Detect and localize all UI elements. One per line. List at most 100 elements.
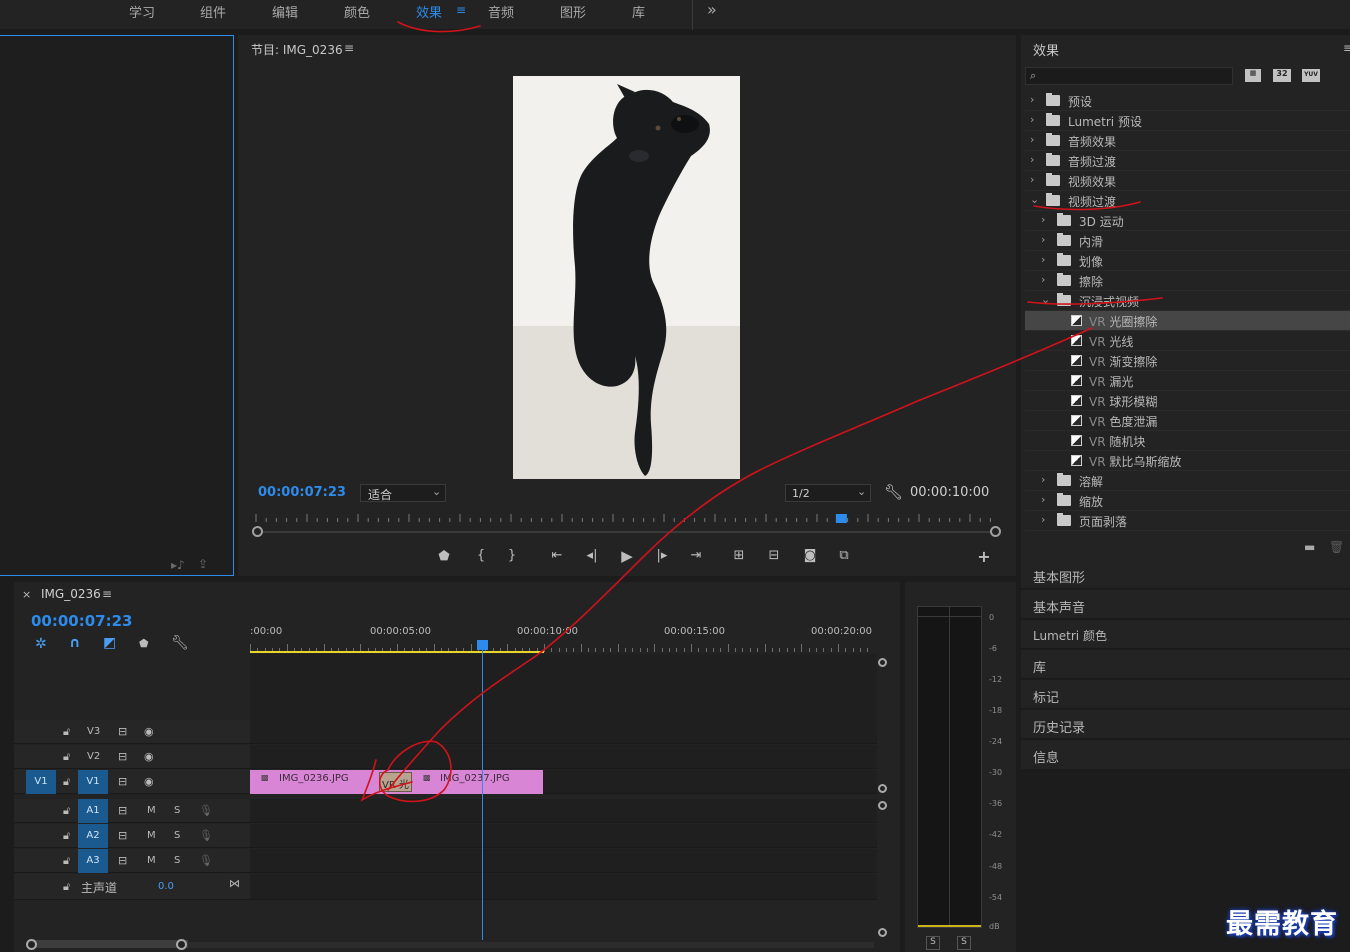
workspace-tab-editing[interactable]: 编辑: [272, 2, 298, 21]
mic-icon[interactable]: 🎙︎: [199, 804, 213, 817]
master-expand-icon[interactable]: ⋈: [229, 877, 240, 890]
eye-icon[interactable]: ◉: [144, 725, 154, 738]
track-v3[interactable]: [250, 720, 877, 744]
mic-icon[interactable]: 🎙︎: [199, 854, 213, 867]
new-bin-icon[interactable]: ▬: [1304, 540, 1315, 554]
accelerated-effects-icon[interactable]: ▦: [1245, 69, 1261, 82]
chevron-right-icon[interactable]: ›: [1030, 113, 1034, 126]
workspace-tab-assembly[interactable]: 组件: [200, 2, 226, 21]
effect-folder[interactable]: › 划像: [1025, 251, 1350, 271]
clip-img-0236[interactable]: ▩ IMG_0236.JPG: [250, 770, 383, 794]
effect-folder[interactable]: › 内滑: [1025, 231, 1350, 251]
track-a3[interactable]: [250, 849, 877, 873]
workspace-tab-audio[interactable]: 音频: [488, 2, 514, 21]
track-target-a2[interactable]: A2: [78, 824, 108, 848]
panel-markers[interactable]: 标记: [1021, 680, 1350, 709]
lock-icon[interactable]: 🔓︎: [63, 829, 70, 843]
effect-folder[interactable]: › 视频效果: [1025, 171, 1350, 191]
effect-folder[interactable]: › 缩放: [1025, 491, 1350, 511]
workspace-overflow-button[interactable]: »: [707, 0, 717, 19]
workspace-menu-icon[interactable]: ≡: [456, 3, 466, 17]
effects-search-input[interactable]: ⌕: [1025, 67, 1233, 85]
source-monitor[interactable]: ▸♪ ⇪: [0, 35, 234, 576]
go-to-in-icon[interactable]: ⇤: [547, 548, 567, 563]
workspace-tab-color[interactable]: 颜色: [344, 2, 370, 21]
effect-folder[interactable]: › 溶解: [1025, 471, 1350, 491]
go-to-out-icon[interactable]: ⇥: [686, 548, 706, 563]
effect-folder[interactable]: › Lumetri 预设: [1025, 111, 1350, 131]
play-icon[interactable]: ▶: [617, 547, 637, 565]
solo-button[interactable]: S: [174, 830, 180, 841]
chevron-right-icon[interactable]: ›: [1041, 493, 1045, 506]
solo-right-button[interactable]: S: [957, 936, 971, 950]
effect-folder[interactable]: › 页面剥落: [1025, 511, 1350, 531]
effect-folder[interactable]: ⌄ 沉浸式视频: [1025, 291, 1350, 311]
eye-icon[interactable]: ◉: [144, 775, 154, 788]
step-forward-icon[interactable]: |▸: [652, 548, 672, 563]
add-marker-icon[interactable]: ⬟: [139, 637, 149, 650]
workspace-tab-effects[interactable]: 效果: [416, 2, 442, 21]
panel-info[interactable]: 信息: [1021, 740, 1350, 769]
zoom-handle-right[interactable]: [990, 526, 1001, 537]
effect-folder[interactable]: ⌄ 视频过渡: [1025, 191, 1350, 211]
mute-button[interactable]: M: [147, 855, 156, 866]
marker-icon[interactable]: ⬟: [434, 549, 454, 564]
track-v1[interactable]: ▩ IMG_0236.JPG ▩ IMG_0237.JPG VR 光: [250, 770, 877, 794]
track-v2[interactable]: [250, 745, 877, 769]
audio-scroll-top-handle[interactable]: [878, 801, 887, 810]
nest-icon[interactable]: ✲: [35, 636, 47, 652]
track-label[interactable]: V3: [87, 726, 100, 737]
timeline-scroll-thumb[interactable]: [28, 940, 188, 948]
panel-essential-graphics[interactable]: 基本图形: [1021, 560, 1350, 589]
effect-item[interactable]: VR 色度泄漏: [1025, 411, 1350, 431]
panel-essential-sound[interactable]: 基本声音: [1021, 590, 1350, 619]
solo-button[interactable]: S: [174, 855, 180, 866]
chevron-right-icon[interactable]: ›: [1030, 133, 1034, 146]
solo-left-button[interactable]: S: [926, 936, 940, 950]
lift-icon[interactable]: ⊞: [729, 548, 749, 563]
track-a2[interactable]: [250, 824, 877, 848]
insert-icon[interactable]: ▸♪: [171, 558, 185, 572]
workspace-tab-graphics[interactable]: 图形: [560, 2, 586, 21]
track-target-a3[interactable]: A3: [78, 849, 108, 873]
track-target-v1[interactable]: V1: [78, 770, 108, 794]
work-area-bar[interactable]: [250, 651, 544, 653]
mute-button[interactable]: M: [147, 830, 156, 841]
eye-icon[interactable]: ◉: [144, 750, 154, 763]
lock-icon[interactable]: 🔓︎: [63, 804, 70, 818]
effect-folder[interactable]: › 预设: [1025, 91, 1350, 111]
effect-item[interactable]: VR 渐变擦除: [1025, 351, 1350, 371]
mark-out-icon[interactable]: }: [502, 548, 522, 563]
export-frame-icon[interactable]: ⇪: [198, 557, 208, 571]
mic-icon[interactable]: 🎙︎: [199, 829, 213, 842]
panel-lumetri-color[interactable]: Lumetri 颜色: [1021, 620, 1350, 649]
linked-selection-icon[interactable]: ◩: [103, 635, 116, 651]
effect-folder[interactable]: › 3D 运动: [1025, 211, 1350, 231]
chevron-right-icon[interactable]: ›: [1030, 93, 1034, 106]
resolution-dropdown[interactable]: 1/2 ⌄: [785, 484, 871, 502]
panel-history[interactable]: 历史记录: [1021, 710, 1350, 739]
sync-lock-icon[interactable]: ⊟: [118, 725, 127, 738]
effect-item[interactable]: VR 球形模糊: [1025, 391, 1350, 411]
sync-lock-icon[interactable]: ⊟: [118, 854, 127, 867]
effect-item[interactable]: VR 漏光: [1025, 371, 1350, 391]
timeline-timecode[interactable]: 00:00:07:23: [31, 612, 133, 630]
video-scroll-bottom-handle[interactable]: [878, 784, 887, 793]
audio-scroll-bottom-handle[interactable]: [878, 928, 887, 937]
lock-icon[interactable]: 🔓︎: [63, 880, 70, 894]
lock-icon[interactable]: 🔓︎: [63, 854, 70, 868]
effects-menu-icon[interactable]: ≡: [1343, 41, 1350, 55]
video-scroll-top-handle[interactable]: [878, 658, 887, 667]
effect-item[interactable]: VR 光线: [1025, 331, 1350, 351]
chevron-right-icon[interactable]: ›: [1041, 473, 1045, 486]
wrench-icon[interactable]: 🔧︎: [884, 483, 903, 501]
mute-button[interactable]: M: [147, 805, 156, 816]
mark-in-icon[interactable]: {: [471, 548, 491, 563]
extract-icon[interactable]: ⊟: [764, 548, 784, 563]
step-back-icon[interactable]: ◂|: [582, 548, 602, 563]
chevron-right-icon[interactable]: ›: [1041, 233, 1045, 246]
sequence-tab-label[interactable]: IMG_0236: [41, 587, 101, 601]
close-icon[interactable]: ×: [22, 588, 31, 601]
sync-lock-icon[interactable]: ⊟: [118, 750, 127, 763]
track-label[interactable]: V2: [87, 751, 100, 762]
